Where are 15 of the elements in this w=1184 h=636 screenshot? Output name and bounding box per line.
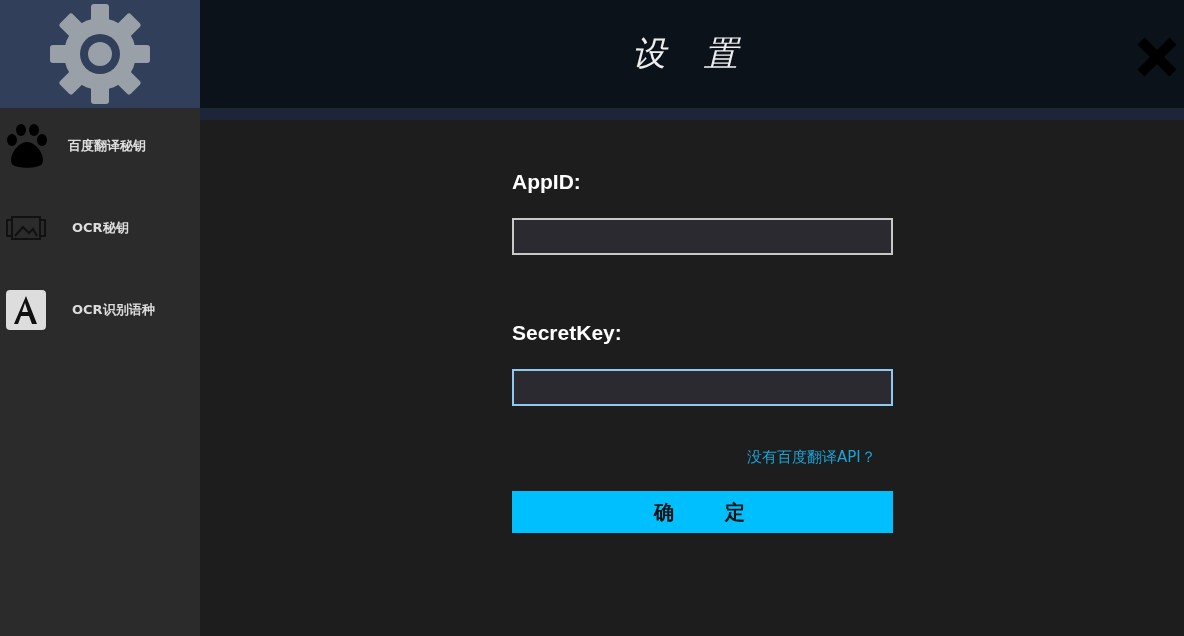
sidebar-item[interactable]: OCR识别语种 — [0, 286, 200, 334]
letter-a-icon — [6, 290, 46, 330]
paw-icon — [6, 124, 48, 168]
input-field[interactable] — [512, 369, 893, 406]
sidebar-item[interactable]: 百度翻译秘钥 — [0, 122, 200, 170]
sidebar-item[interactable]: OCR秘钥 — [0, 204, 200, 252]
field-label: SecretKey: — [512, 321, 623, 346]
picture-frame-icon — [6, 215, 46, 241]
window-title: 设 置 — [631, 32, 753, 75]
gear-icon — [50, 4, 150, 104]
field-label: AppID: — [512, 170, 582, 195]
confirm-button[interactable]: 确 定 — [512, 491, 893, 533]
close-icon — [1136, 36, 1178, 78]
input-field[interactable] — [512, 218, 893, 255]
api-link[interactable]: 没有百度翻译API？ — [747, 448, 876, 467]
